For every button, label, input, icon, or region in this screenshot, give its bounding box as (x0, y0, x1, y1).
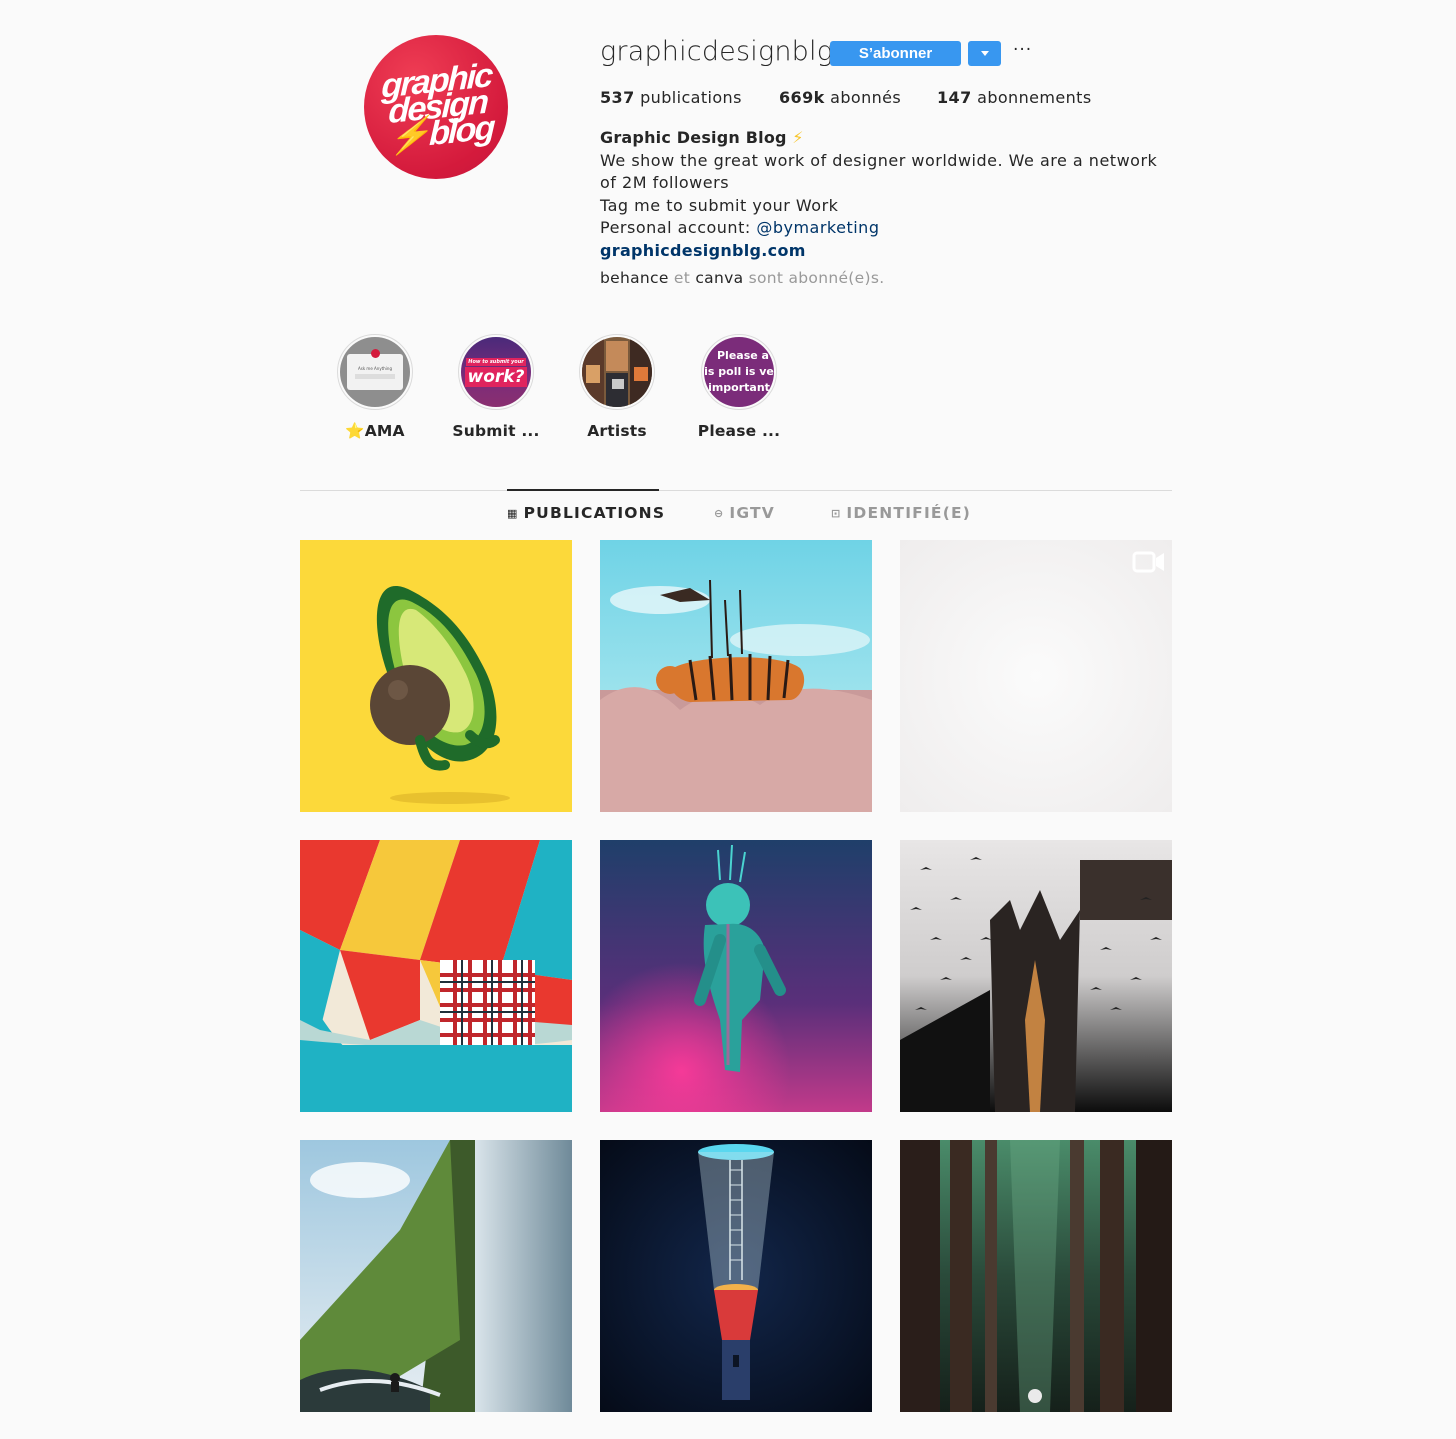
followed-by-user[interactable]: canva (695, 269, 743, 287)
tab-label: IGTV (729, 504, 776, 522)
followed-by-suffix: sont abonné(e)s. (743, 269, 885, 287)
followed-by-connector: et (668, 269, 696, 287)
bio-personal-label: Personal account: (600, 218, 757, 238)
bio-line: of 2M followers (600, 173, 730, 193)
tagged-icon: ⊡ (831, 506, 842, 520)
post-image-astronaut (600, 840, 872, 1112)
tab-label: PUBLICATIONS (523, 504, 666, 522)
followed-by: behance et canva sont abonné(e)s. (600, 269, 884, 287)
caret-down-icon (980, 51, 989, 56)
highlight-cover-text: Ask me Anything (358, 365, 392, 371)
profile-avatar[interactable]: graphic design ⚡blog (364, 35, 508, 179)
tab-tagged[interactable]: ⊡ IDENTIFIÉ(E) (831, 504, 971, 522)
highlight-cover (582, 337, 652, 407)
highlight-label: Please ... (697, 422, 781, 440)
followed-by-user[interactable]: behance (600, 269, 669, 287)
follow-options-button[interactable] (968, 41, 1001, 66)
tab-publications[interactable]: ▦ PUBLICATIONS (507, 504, 665, 522)
highlight-ama[interactable]: Ask me Anything ⭐AMA (315, 334, 435, 440)
tab-igtv[interactable]: ⊖ IGTV (714, 504, 775, 522)
highlight-cover-text: Please a (717, 349, 769, 362)
followers-count-value: 669k (779, 88, 825, 107)
following-count-label: abonnements (977, 88, 1092, 107)
lightning-emoji-icon: ⚡ (792, 128, 805, 147)
highlight-ring: How to submit your work? (458, 334, 534, 410)
post-thumbnail[interactable] (900, 840, 1172, 1112)
bio-mention-link[interactable]: @bymarketing (756, 218, 879, 237)
post-image-tiger (600, 540, 872, 812)
highlight-cover-text: is poll is ve (704, 365, 774, 378)
highlight-cover: Please a is poll is ve important (704, 337, 774, 407)
post-thumbnail[interactable] (900, 1140, 1172, 1412)
bio-full-name: Graphic Design Blog (600, 128, 787, 147)
bio-name-row: Graphic Design Blog ⚡ (600, 127, 1200, 150)
post-thumbnail[interactable] (300, 540, 572, 812)
highlight-ring: Ask me Anything (337, 334, 413, 410)
highlight-label: ⭐AMA (345, 422, 405, 440)
post-image-blank (900, 540, 1172, 812)
post-image-balloon (300, 840, 572, 1112)
more-options-icon[interactable]: ··· (1013, 40, 1033, 60)
highlight-please[interactable]: Please a is poll is ve important Please … (679, 334, 799, 440)
following-count[interactable]: 147 abonnements (937, 88, 1092, 107)
website-link[interactable]: graphicdesignblg.com (600, 241, 806, 260)
post-thumbnail[interactable] (600, 1140, 872, 1412)
post-thumbnail[interactable] (600, 540, 872, 812)
posts-count-label: publications (640, 88, 742, 107)
profile-bio: Graphic Design Blog ⚡ We show the great … (600, 127, 1200, 263)
post-thumbnail[interactable] (300, 840, 572, 1112)
bio-line: Tag me to submit your Work (600, 195, 839, 215)
grid-icon: ▦ (507, 506, 519, 520)
bio-line: We show the great work of designer world… (600, 150, 1158, 170)
active-tab-indicator (507, 489, 659, 491)
avatar-text-line: ⚡blog (387, 108, 495, 158)
igtv-icon: ⊖ (714, 506, 725, 520)
bio-line: Personal account: @bymarketing (600, 217, 1200, 240)
posts-count-value: 537 (600, 88, 635, 107)
followers-count[interactable]: 669k abonnés (779, 88, 901, 107)
post-image-city-birds (900, 840, 1172, 1112)
profile-username: graphicdesignblg (600, 36, 834, 67)
bolt-icon: ⚡ (387, 115, 430, 158)
highlight-label: Submit ... (452, 422, 540, 440)
highlight-cover-text: How to submit your (466, 357, 526, 366)
highlight-label: Artists (587, 422, 647, 440)
post-thumbnail[interactable] (300, 1140, 572, 1412)
highlight-artists[interactable]: Artists (557, 334, 677, 440)
highlight-cover: Ask me Anything (340, 337, 410, 407)
post-image-forest (900, 1140, 1172, 1412)
followers-count-label: abonnés (830, 88, 902, 107)
highlight-cover-text: work? (464, 366, 528, 387)
post-image-waterfall (300, 1140, 572, 1412)
artists-cover-image (582, 337, 652, 407)
post-image-avocado (300, 540, 572, 812)
post-thumbnail-video[interactable] (900, 540, 1172, 812)
post-image-glass-tower (600, 1140, 872, 1412)
posts-count: 537 publications (600, 88, 742, 107)
highlight-submit[interactable]: How to submit your work? Submit ... (436, 334, 556, 440)
highlight-cover: How to submit your work? (461, 337, 531, 407)
highlight-cover-text: important (708, 381, 770, 394)
post-thumbnail[interactable] (600, 840, 872, 1112)
highlight-ring: Please a is poll is ve important (701, 334, 777, 410)
tabs-divider (300, 490, 1172, 491)
follow-button[interactable]: S’abonner (830, 41, 961, 66)
highlight-ring (579, 334, 655, 410)
following-count-value: 147 (937, 88, 972, 107)
tab-label: IDENTIFIÉ(E) (846, 504, 972, 522)
